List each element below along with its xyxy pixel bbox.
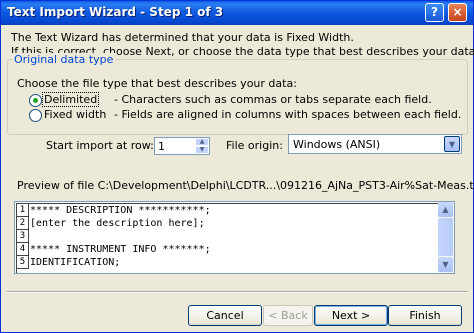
file-origin-value[interactable]: Windows (ANSI) [293,138,380,151]
fixed-width-radio-label[interactable]: Fixed width [44,108,106,121]
finish-button[interactable]: Finish [388,305,462,326]
file-origin-select[interactable]: Windows (ANSI) ▼ [288,134,462,154]
spin-up-icon[interactable]: ▲ [195,138,209,146]
scroll-up-icon[interactable]: ▲ [438,202,453,217]
preview-line-number: 3 [17,230,29,243]
title-bar[interactable]: Text Import Wizard - Step 1 of 3 ? × [1,1,473,25]
file-preview[interactable]: 1 ***** DESCRIPTION ***********; 2 [enter … [14,201,455,274]
fixed-width-description: - Fields are aligned in columns with spa… [114,108,462,121]
spin-down-icon[interactable]: ▼ [195,146,209,154]
preview-line-text: ***** DESCRIPTION ***********; [30,205,211,216]
preview-line: 4 ***** INSTRUMENT INFO *******; [17,243,441,256]
help-button[interactable]: ? [425,3,444,22]
preview-line: 1 ***** DESCRIPTION ***********; [17,204,441,217]
delimited-radio-label[interactable]: Delimited [41,92,100,107]
file-origin-label: File origin: [226,139,283,152]
preview-line-text: IDENTIFICATION; [30,257,121,268]
radio-selected-dot [33,98,38,103]
back-button[interactable]: < Back [263,305,313,326]
preview-line-text: ***** INSTRUMENT INFO *******; [30,244,211,255]
preview-line-number: 2 [17,217,29,230]
button-divider [7,291,468,293]
delimited-radio[interactable] [29,94,42,107]
delimited-description: - Characters such as commas or tabs sepa… [114,93,432,106]
cancel-button[interactable]: Cancel [188,305,262,326]
preview-line: 2 [enter the description here]; [17,217,441,230]
preview-line-number: 1 [17,204,29,217]
intro-line-1: The Text Wizard has determined that your… [11,31,354,44]
scroll-thumb[interactable] [438,218,453,256]
scroll-down-icon[interactable]: ▼ [438,257,453,272]
window-title: Text Import Wizard - Step 1 of 3 [7,5,224,19]
preview-line-number: 5 [17,256,29,269]
preview-line-number: 4 [17,243,29,256]
preview-line: 3 [17,230,441,243]
chevron-down-icon[interactable]: ▼ [444,136,460,152]
start-import-label: Start import at row: [46,139,154,152]
original-data-type-legend: Original data type [12,53,116,66]
file-type-prompt: Choose the file type that best describes… [17,77,297,90]
preview-line-text: [enter the description here]; [30,218,205,229]
next-button[interactable]: Next > [314,305,388,326]
fixed-width-radio[interactable] [29,109,42,122]
start-import-row-value[interactable]: 1 [158,140,165,153]
start-import-row-spinner[interactable]: 1 ▲ ▼ [154,137,210,155]
preview-label: Preview of file C:\Development\Delphi\LC… [17,179,474,192]
preview-line: 5 IDENTIFICATION; [17,256,441,269]
text-import-wizard-dialog: Text Import Wizard - Step 1 of 3 ? × The… [0,0,474,333]
close-button[interactable]: × [448,3,467,22]
preview-vertical-scrollbar[interactable]: ▲ ▼ [438,202,454,273]
preview-content: 1 ***** DESCRIPTION ***********; 2 [enter … [16,203,441,273]
